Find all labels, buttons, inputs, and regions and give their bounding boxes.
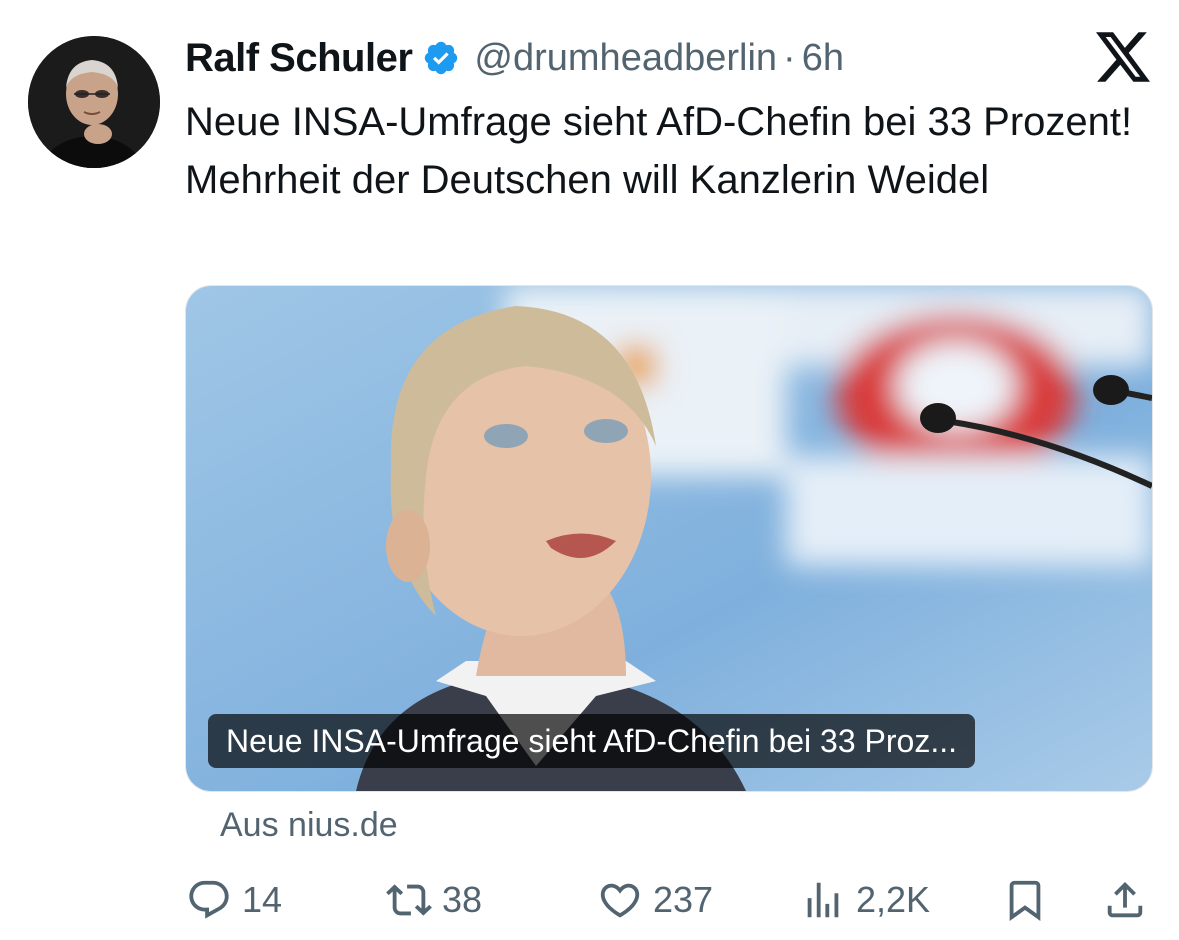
separator-dot: ·: [783, 36, 796, 79]
share-icon: [1107, 881, 1143, 918]
views-count: 2,2K: [856, 879, 931, 920]
author-handle[interactable]: @drumheadberlin: [474, 37, 777, 80]
tweet-text: Neue INSA-Umfrage sieht AfD-Chefin bei 3…: [185, 100, 1133, 202]
views-button[interactable]: 2,2K: [800, 870, 930, 930]
bookmark-button[interactable]: [1002, 870, 1048, 930]
card-title: Neue INSA-Umfrage sieht AfD-Chefin bei 3…: [208, 714, 975, 768]
retweet-count: 38: [442, 879, 483, 920]
tweet-timestamp[interactable]: 6h: [802, 37, 844, 80]
author-avatar-image: [28, 36, 160, 168]
bookmark-icon: [1009, 880, 1041, 921]
tweet-header: Ralf Schuler @drumheadberlin · 6h: [185, 30, 844, 86]
like-count: 237: [653, 879, 714, 920]
link-card[interactable]: Neue INSA-Umfrage sieht AfD-Chefin bei 3…: [185, 285, 1153, 792]
retweet-button[interactable]: 38: [386, 870, 482, 930]
verified-badge-icon: [425, 41, 458, 75]
reply-button[interactable]: 14: [186, 870, 282, 930]
action-bar: 14 38 237 2,2K: [0, 870, 1179, 930]
card-source[interactable]: Aus nius.de: [220, 806, 398, 845]
x-logo-icon[interactable]: [1096, 32, 1150, 82]
share-button[interactable]: [1102, 870, 1148, 930]
like-button[interactable]: 237: [597, 870, 713, 930]
reply-count: 14: [242, 879, 283, 920]
retweet-icon: [386, 884, 432, 916]
author-name[interactable]: Ralf Schuler: [185, 36, 413, 81]
heart-icon: [600, 883, 640, 918]
author-avatar[interactable]: [28, 36, 160, 168]
views-icon: [807, 882, 839, 918]
reply-icon: [189, 880, 229, 919]
